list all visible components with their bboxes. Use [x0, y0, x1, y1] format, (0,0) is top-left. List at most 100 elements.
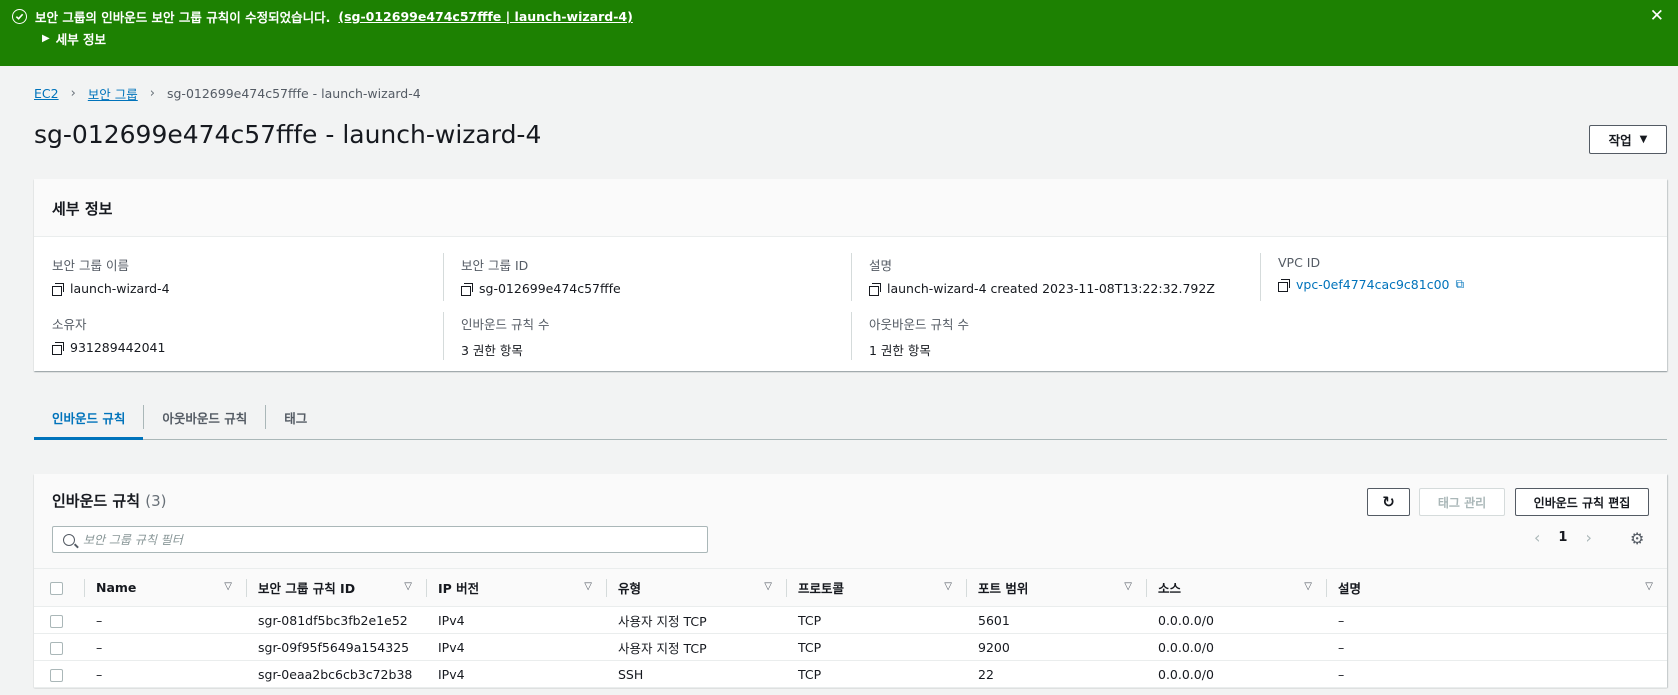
- vpc-link[interactable]: vpc-0ef4774cac9c81c00: [1296, 277, 1450, 292]
- copy-icon[interactable]: [461, 282, 473, 296]
- refresh-button[interactable]: ↻: [1367, 488, 1410, 516]
- column-header-label: 보안 그룹 규칙 ID: [258, 581, 356, 596]
- column-header-label: 소스: [1158, 581, 1182, 596]
- table-cell: sgr-09f95f5649a154325: [246, 633, 426, 661]
- breadcrumb-ec2[interactable]: EC2: [34, 86, 59, 101]
- column-header[interactable]: 보안 그룹 규칙 ID ▽: [246, 569, 426, 607]
- details-heading: 세부 정보: [34, 179, 1667, 237]
- copy-icon[interactable]: [869, 282, 881, 296]
- table-cell: –: [84, 660, 246, 688]
- sort-icon[interactable]: ▽: [1304, 581, 1312, 592]
- manage-tags-button[interactable]: 태그 관리: [1419, 488, 1505, 516]
- table-cell: IPv4: [426, 606, 606, 634]
- sort-icon[interactable]: ▽: [404, 581, 412, 592]
- table-cell: 0.0.0.0/0: [1146, 660, 1326, 688]
- copy-icon[interactable]: [1278, 278, 1290, 292]
- search-icon: [63, 533, 75, 546]
- column-header[interactable]: 프로토콜 ▽: [786, 569, 966, 607]
- sort-icon[interactable]: ▽: [584, 581, 592, 592]
- sort-icon[interactable]: ▽: [764, 581, 772, 592]
- column-header[interactable]: Name ▽: [84, 569, 246, 607]
- actions-button-label: 작업: [1608, 133, 1632, 148]
- rules-filter[interactable]: [52, 526, 708, 553]
- table-cell: IPv4: [426, 660, 606, 688]
- detail-label: 설명: [869, 258, 893, 273]
- chevron-right-icon[interactable]: ›: [1585, 528, 1591, 547]
- divider: [443, 253, 444, 301]
- column-header[interactable]: 설명 ▽: [1326, 569, 1667, 607]
- detail-label: 소유자: [52, 317, 87, 332]
- row-select-cell: [34, 660, 84, 688]
- row-checkbox[interactable]: [50, 668, 63, 682]
- close-icon[interactable]: ✕: [1650, 6, 1664, 26]
- detail-group-name: 보안 그룹 이름 launch-wizard-4: [52, 255, 170, 296]
- sort-icon[interactable]: ▽: [1645, 581, 1653, 592]
- row-select-cell: [34, 633, 84, 661]
- external-link-icon[interactable]: ⧉: [1456, 277, 1465, 292]
- column-header[interactable]: IP 버전 ▽: [426, 569, 606, 607]
- column-header[interactable]: 소스 ▽: [1146, 569, 1326, 607]
- success-flash-banner: 보안 그룹의 인바운드 보안 그룹 규칙이 수정되었습니다. (sg-01269…: [0, 0, 1678, 66]
- copy-icon[interactable]: [52, 341, 64, 355]
- table-cell: 사용자 지정 TCP: [606, 633, 786, 661]
- select-all-cell: [34, 569, 84, 607]
- chevron-left-icon[interactable]: ‹: [1534, 528, 1540, 547]
- detail-label: 인바운드 규칙 수: [461, 317, 550, 332]
- detail-value: launch-wizard-4 created 2023-11-08T13:22…: [887, 281, 1215, 296]
- tab-inbound-rules[interactable]: 인바운드 규칙: [34, 395, 144, 440]
- breadcrumb: EC2 › 보안 그룹 › sg-012699e474c57fffe - lau…: [34, 84, 421, 103]
- column-header[interactable]: 유형 ▽: [606, 569, 786, 607]
- table-cell: 22: [966, 660, 1146, 688]
- rules-filter-input[interactable]: [83, 532, 683, 547]
- column-header-label: 유형: [618, 581, 642, 596]
- breadcrumb-security-groups[interactable]: 보안 그룹: [88, 84, 138, 103]
- breadcrumb-current: sg-012699e474c57fffe - launch-wizard-4: [166, 86, 421, 101]
- chevron-right-icon: ›: [70, 86, 76, 101]
- detail-outbound-count: 아웃바운드 규칙 수 1 권한 항목: [869, 314, 969, 359]
- select-all-checkbox[interactable]: [50, 582, 63, 595]
- chevron-right-icon: ›: [149, 86, 155, 101]
- flash-security-group-link[interactable]: (sg-012699e474c57fffe | launch-wizard-4): [338, 9, 632, 24]
- table-row[interactable]: – sgr-081df5bc3fb2e1e52 IPv4 사용자 지정 TCP …: [34, 606, 1667, 634]
- detail-label: VPC ID: [1278, 255, 1321, 270]
- row-select-cell: [34, 606, 84, 634]
- detail-group-id: 보안 그룹 ID sg-012699e474c57fffe: [461, 255, 621, 296]
- detail-value: 3 권한 항목: [461, 343, 523, 358]
- table-cell: 0.0.0.0/0: [1146, 606, 1326, 634]
- detail-label: 아웃바운드 규칙 수: [869, 317, 969, 332]
- flash-message-row: 보안 그룹의 인바운드 보안 그룹 규칙이 수정되었습니다. (sg-01269…: [12, 7, 633, 26]
- table-cell: sgr-081df5bc3fb2e1e52: [246, 606, 426, 634]
- column-header[interactable]: 포트 범위 ▽: [966, 569, 1146, 607]
- gear-icon[interactable]: ⚙: [1630, 529, 1644, 548]
- row-checkbox[interactable]: [50, 641, 63, 655]
- table-cell: TCP: [786, 606, 966, 634]
- actions-button[interactable]: 작업 ▼: [1589, 125, 1667, 154]
- column-header-label: 포트 범위: [978, 581, 1029, 596]
- page-number[interactable]: 1: [1558, 530, 1567, 545]
- flash-message: 보안 그룹의 인바운드 보안 그룹 규칙이 수정되었습니다.: [35, 10, 331, 25]
- table-cell: –: [1326, 606, 1667, 634]
- rules-title-text: 인바운드 규칙: [52, 492, 141, 510]
- sort-icon[interactable]: ▽: [944, 581, 952, 592]
- table-row[interactable]: – sgr-09f95f5649a154325 IPv4 사용자 지정 TCP …: [34, 633, 1667, 661]
- tab-outbound-rules[interactable]: 아웃바운드 규칙: [144, 395, 265, 439]
- row-checkbox[interactable]: [50, 614, 63, 628]
- detail-value: sg-012699e474c57fffe: [479, 281, 621, 296]
- rules-count: (3): [145, 492, 167, 510]
- inbound-rules-panel: 인바운드 규칙 (3) ↻ 태그 관리 인바운드 규칙 편집 ‹ 1 › ⚙ N…: [34, 474, 1667, 688]
- detail-label: 보안 그룹 ID: [461, 258, 529, 273]
- divider: [1260, 253, 1261, 301]
- sort-icon[interactable]: ▽: [224, 581, 232, 592]
- table-cell: –: [1326, 633, 1667, 661]
- copy-icon[interactable]: [52, 282, 64, 296]
- edit-inbound-rules-button[interactable]: 인바운드 규칙 편집: [1515, 488, 1649, 516]
- table-row[interactable]: – sgr-0eaa2bc6cb3c72b38 IPv4 SSH TCP 22 …: [34, 660, 1667, 688]
- flash-details-toggle[interactable]: ▶ 세부 정보: [42, 29, 106, 48]
- tab-tags[interactable]: 태그: [266, 395, 325, 439]
- table-cell: SSH: [606, 660, 786, 688]
- table-cell: –: [1326, 660, 1667, 688]
- sort-icon[interactable]: ▽: [1124, 581, 1132, 592]
- pagination: ‹ 1 ›: [1534, 528, 1592, 547]
- table-cell: 사용자 지정 TCP: [606, 606, 786, 634]
- rules-title: 인바운드 규칙 (3): [52, 490, 167, 511]
